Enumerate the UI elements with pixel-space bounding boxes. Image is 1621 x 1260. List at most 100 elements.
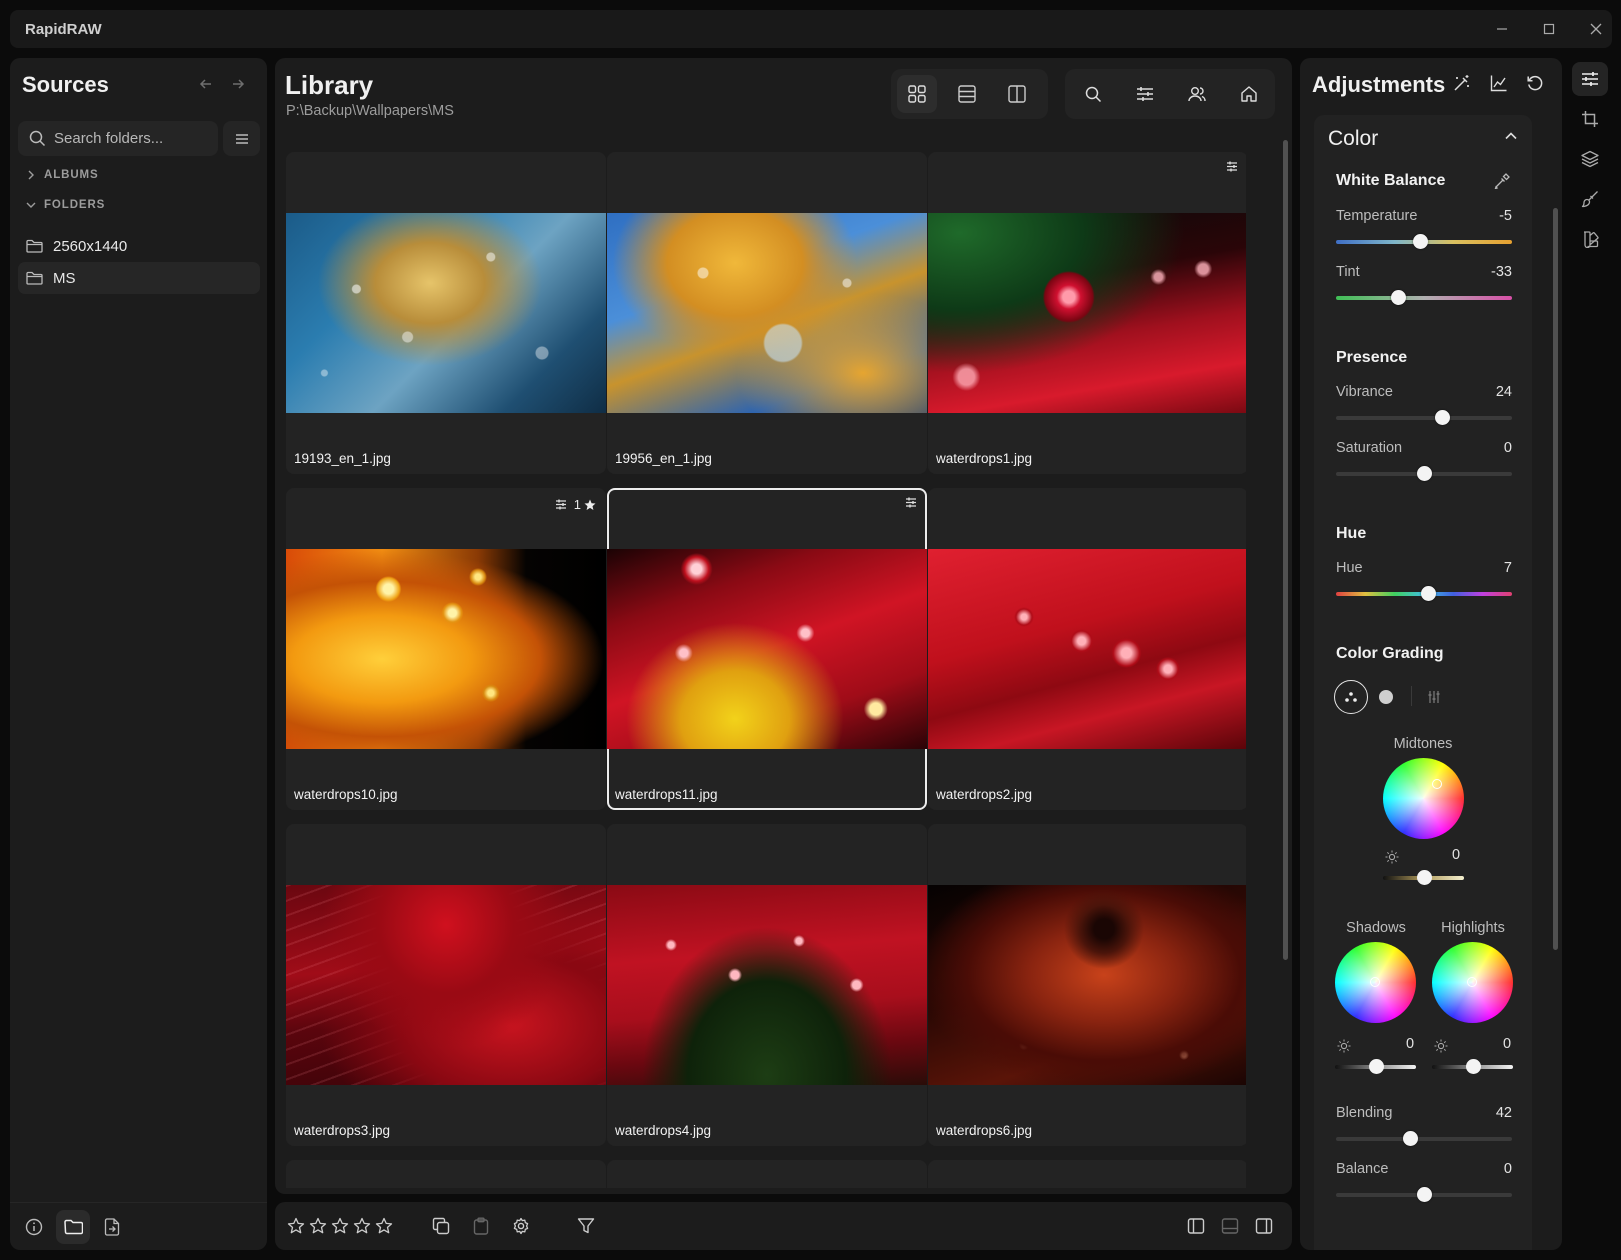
wheel-handle[interactable]: [1370, 977, 1380, 987]
list-view-button[interactable]: [947, 75, 987, 113]
slider-knob[interactable]: [1417, 466, 1432, 481]
folder-item-ms[interactable]: MS: [18, 262, 260, 294]
shadows-color-wheel[interactable]: [1335, 942, 1416, 1023]
grid-view-button[interactable]: [897, 75, 937, 113]
back-arrow-icon[interactable]: [198, 76, 214, 92]
reset-icon[interactable]: [1526, 74, 1544, 92]
image-card-selected[interactable]: waterdrops11.jpg: [607, 488, 927, 810]
star-rating-1[interactable]: [285, 1215, 307, 1237]
slider-knob[interactable]: [1368, 1059, 1384, 1074]
image-card[interactable]: waterdrops1.jpg: [928, 152, 1246, 474]
star-rating-3[interactable]: [329, 1215, 351, 1237]
info-button[interactable]: [17, 1210, 51, 1244]
folders-view-button[interactable]: [56, 1210, 90, 1244]
compare-view-button[interactable]: [997, 75, 1037, 113]
toggle-bottom-panel-button[interactable]: [1219, 1215, 1241, 1237]
layers-tool-button[interactable]: [1572, 142, 1608, 176]
color-grading-single-wheel-button[interactable]: [1377, 688, 1395, 706]
hue-slider[interactable]: [1336, 586, 1512, 601]
eyedropper-icon[interactable]: [1494, 173, 1510, 189]
auto-adjust-wand-icon[interactable]: [1453, 74, 1471, 92]
slider-knob[interactable]: [1402, 1131, 1418, 1146]
image-card[interactable]: waterdrops6.jpg: [928, 824, 1246, 1146]
image-card-loading[interactable]: [286, 1160, 606, 1188]
midtones-luminance-slider[interactable]: [1383, 870, 1464, 885]
slider-knob[interactable]: [1435, 410, 1451, 425]
blending-value[interactable]: 42: [1496, 1105, 1512, 1121]
image-card[interactable]: waterdrops3.jpg: [286, 824, 606, 1146]
wheel-handle[interactable]: [1467, 977, 1477, 987]
presets-tool-button[interactable]: [1572, 222, 1608, 256]
library-scrollbar[interactable]: [1283, 140, 1288, 1186]
slider-knob[interactable]: [1412, 234, 1428, 249]
blending-slider[interactable]: [1336, 1131, 1512, 1146]
star-rating-4[interactable]: [351, 1215, 373, 1237]
filter-button[interactable]: [575, 1215, 597, 1237]
wheel-handle[interactable]: [1432, 779, 1442, 789]
saturation-slider[interactable]: [1336, 466, 1512, 481]
filter-settings-button[interactable]: [1125, 75, 1165, 113]
balance-slider[interactable]: [1336, 1187, 1512, 1202]
forward-arrow-icon[interactable]: [230, 76, 246, 92]
slider-knob[interactable]: [1465, 1059, 1481, 1074]
adjustments-scrollbar[interactable]: [1553, 208, 1558, 950]
star-rating-5[interactable]: [373, 1215, 395, 1237]
adjustments-tool-button[interactable]: [1572, 62, 1608, 96]
shadows-luminance-value[interactable]: 0: [1406, 1036, 1414, 1052]
folders-section[interactable]: FOLDERS: [26, 199, 105, 211]
app-title: RapidRAW: [25, 21, 102, 38]
albums-section[interactable]: ALBUMS: [26, 169, 99, 181]
folder-menu-button[interactable]: [223, 121, 260, 156]
color-grading-levels-button[interactable]: [1425, 688, 1443, 706]
search-button[interactable]: [1073, 75, 1113, 113]
minimize-button[interactable]: [1484, 16, 1520, 42]
toggle-right-panel-button[interactable]: [1253, 1215, 1275, 1237]
vibrance-slider[interactable]: [1336, 410, 1512, 425]
highlights-luminance-value[interactable]: 0: [1503, 1036, 1511, 1052]
hue-value[interactable]: 7: [1504, 560, 1512, 576]
copy-adjustments-button[interactable]: [430, 1215, 452, 1237]
balance-value[interactable]: 0: [1504, 1161, 1512, 1177]
vibrance-value[interactable]: 24: [1496, 384, 1512, 400]
people-button[interactable]: [1177, 75, 1217, 113]
maximize-button[interactable]: [1531, 16, 1567, 42]
slider-knob[interactable]: [1390, 290, 1406, 305]
temperature-value[interactable]: -5: [1499, 208, 1512, 224]
color-section-title[interactable]: Color: [1328, 127, 1378, 151]
star-rating-2[interactable]: [307, 1215, 329, 1237]
saturation-value[interactable]: 0: [1504, 440, 1512, 456]
tint-value[interactable]: -33: [1491, 264, 1512, 280]
slider-knob[interactable]: [1417, 1187, 1432, 1202]
home-button[interactable]: [1229, 75, 1269, 113]
brush-tool-button[interactable]: [1572, 182, 1608, 216]
image-card[interactable]: 19956_en_1.jpg: [607, 152, 927, 474]
image-card-loading[interactable]: [607, 1160, 927, 1188]
tint-slider[interactable]: [1336, 290, 1512, 305]
image-card-loading[interactable]: [928, 1160, 1246, 1188]
image-card[interactable]: waterdrops2.jpg: [928, 488, 1246, 810]
toggle-left-panel-button[interactable]: [1185, 1215, 1207, 1237]
image-card[interactable]: 1 waterdrops10.jpg: [286, 488, 606, 810]
search-folders-input[interactable]: [54, 121, 212, 156]
slider-knob[interactable]: [1416, 870, 1432, 885]
settings-button[interactable]: [510, 1215, 532, 1237]
temperature-label: Temperature: [1336, 208, 1418, 224]
color-grading-all-wheels-button[interactable]: [1334, 680, 1368, 714]
export-button[interactable]: [95, 1210, 129, 1244]
image-card[interactable]: 19193_en_1.jpg: [286, 152, 606, 474]
temperature-slider[interactable]: [1336, 234, 1512, 249]
midtones-color-wheel[interactable]: [1383, 758, 1464, 839]
scrollbar-thumb[interactable]: [1283, 140, 1288, 960]
chevron-up-icon[interactable]: [1504, 129, 1518, 143]
slider-knob[interactable]: [1420, 586, 1436, 601]
histogram-icon[interactable]: [1490, 74, 1508, 92]
midtones-luminance-value[interactable]: 0: [1452, 847, 1460, 863]
shadows-luminance-slider[interactable]: [1335, 1059, 1416, 1074]
crop-tool-button[interactable]: [1572, 102, 1608, 136]
highlights-luminance-slider[interactable]: [1432, 1059, 1513, 1074]
highlights-color-wheel[interactable]: [1432, 942, 1513, 1023]
folder-item-2560x1440[interactable]: 2560x1440: [18, 230, 260, 262]
paste-adjustments-button[interactable]: [470, 1215, 492, 1237]
close-button[interactable]: [1578, 16, 1614, 42]
image-card[interactable]: waterdrops4.jpg: [607, 824, 927, 1146]
